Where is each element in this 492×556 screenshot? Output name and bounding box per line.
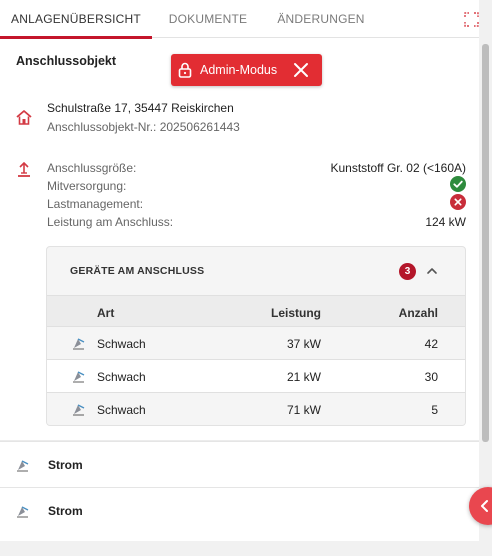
devices-card-title: GERÄTE AM ANSCHLUSS: [70, 265, 205, 277]
connection-icon: [18, 162, 30, 177]
cell-anzahl: 42: [424, 337, 438, 351]
cell-anzahl: 5: [431, 403, 438, 417]
lock-icon: [178, 62, 192, 78]
chevron-up-icon[interactable]: [425, 264, 439, 278]
detail-value-leistung: 124 kW: [425, 215, 466, 229]
chevron-left-icon: [481, 500, 488, 512]
cell-leistung: 71 kW: [286, 403, 321, 417]
list-item-strom-1[interactable]: Strom: [0, 441, 479, 487]
list-item-label: Strom: [48, 504, 83, 518]
cell-leistung: 37 kW: [286, 337, 321, 351]
detail-label-mitversorgung: Mitversorgung:: [47, 179, 127, 193]
address-street: Schulstraße 17, 35447 Reiskirchen: [47, 101, 234, 115]
cell-art: Schwach: [97, 337, 146, 351]
close-icon[interactable]: [293, 62, 309, 78]
column-header-leistung[interactable]: Leistung: [271, 306, 321, 320]
device-icon: [73, 371, 85, 383]
detail-label-leistung: Leistung am Anschluss:: [47, 215, 174, 229]
cell-art: Schwach: [97, 370, 146, 384]
object-number: Anschlussobjekt-Nr.: 202506261443: [47, 120, 240, 134]
fullscreen-icon[interactable]: [464, 12, 479, 27]
list-item-label: Strom: [48, 458, 83, 472]
admin-mode-badge[interactable]: Admin-Modus: [171, 54, 322, 86]
admin-mode-label: Admin-Modus: [200, 63, 278, 77]
devices-count-badge: 3: [399, 263, 416, 280]
house-icon: [16, 110, 32, 125]
cell-anzahl: 30: [424, 370, 438, 384]
device-icon: [73, 404, 85, 416]
detail-label-anschlussgroesse: Anschlussgröße:: [47, 161, 137, 175]
devices-card-header[interactable]: GERÄTE AM ANSCHLUSS 3: [47, 247, 465, 295]
section-title: Anschlussobjekt: [16, 54, 117, 68]
table-row[interactable]: Schwach 37 kW 42: [47, 326, 465, 359]
power-icon: [17, 506, 29, 518]
tab-bar: ANLAGENÜBERSICHT DOKUMENTE ÄNDERUNGEN: [0, 0, 479, 39]
list-item-strom-2[interactable]: Strom: [0, 487, 479, 533]
table-row[interactable]: Schwach 21 kW 30: [47, 359, 465, 392]
detail-value-anschlussgroesse: Kunststoff Gr. 02 (<160A): [330, 161, 466, 175]
scrollbar-thumb[interactable]: [482, 44, 489, 442]
tab-aenderungen[interactable]: ÄNDERUNGEN: [268, 0, 374, 38]
devices-card: GERÄTE AM ANSCHLUSS 3 Art Leistung Anzah…: [46, 246, 466, 426]
tab-dokumente[interactable]: DOKUMENTE: [160, 0, 256, 38]
table-row[interactable]: Schwach 71 kW 5: [47, 392, 465, 425]
cell-art: Schwach: [97, 403, 146, 417]
devices-table-header: Art Leistung Anzahl: [47, 295, 465, 326]
device-icon: [73, 338, 85, 350]
check-icon: [450, 176, 466, 192]
column-header-anzahl[interactable]: Anzahl: [399, 306, 438, 320]
power-icon: [17, 460, 29, 472]
main-panel: ANLAGENÜBERSICHT DOKUMENTE ÄNDERUNGEN An…: [0, 0, 479, 541]
cell-leistung: 21 kW: [286, 370, 321, 384]
x-icon: [450, 194, 466, 210]
column-header-art[interactable]: Art: [97, 306, 114, 320]
detail-label-lastmanagement: Lastmanagement:: [47, 197, 144, 211]
tab-anlagenuebersicht[interactable]: ANLAGENÜBERSICHT: [0, 0, 152, 39]
